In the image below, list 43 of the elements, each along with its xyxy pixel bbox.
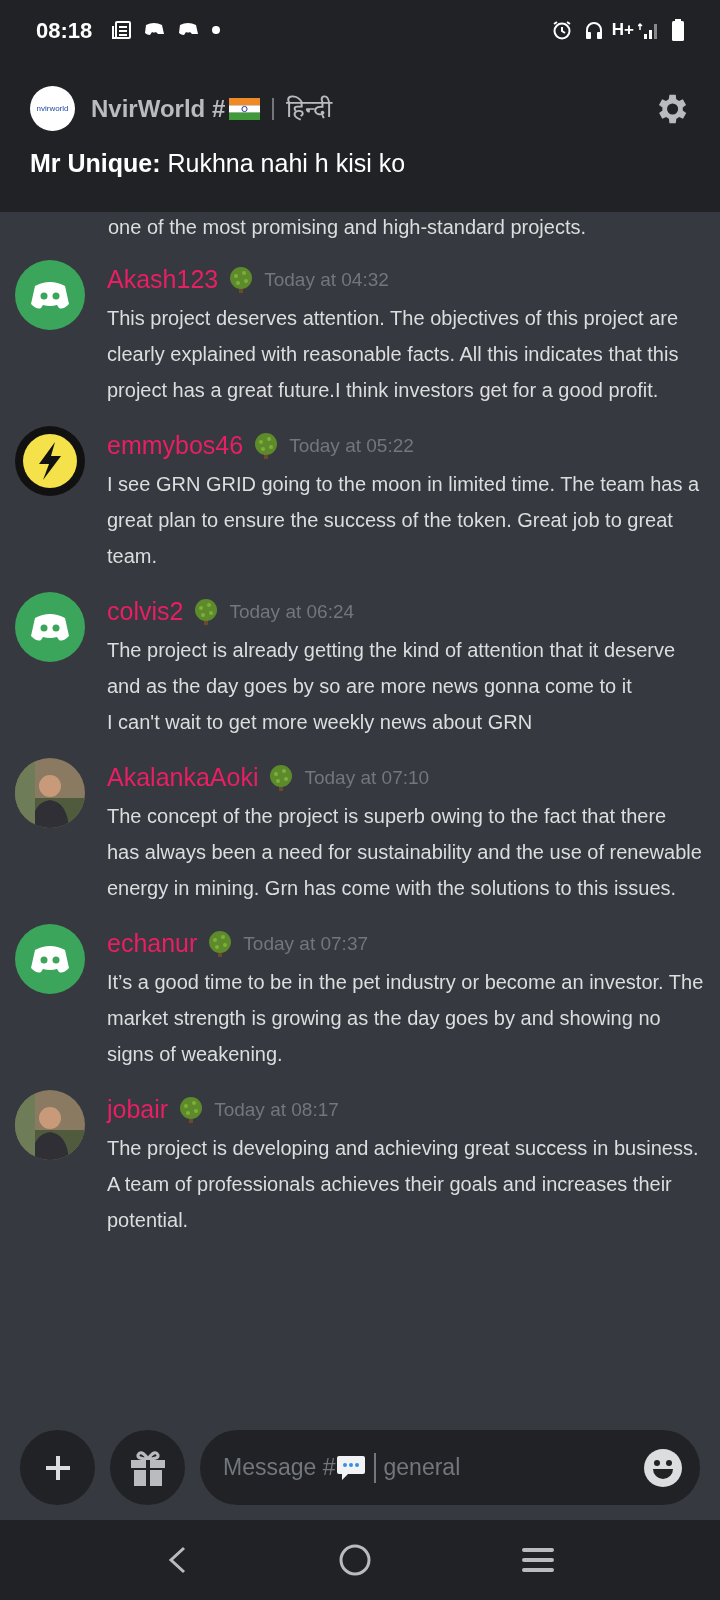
message-input-field[interactable]: Message # general xyxy=(200,1430,700,1505)
username[interactable]: jobair xyxy=(107,1091,169,1129)
plus-icon xyxy=(43,1453,72,1482)
timestamp: Today at 06:24 xyxy=(229,599,355,624)
gift-icon xyxy=(128,1448,167,1487)
message-text: I see GRN GRID going to the moon in limited time. The team has a great plan to ensure the success of the token. Great job to great team. xyxy=(107,472,701,569)
message-text: The concept of the project is superb owing to the fact that there has always been a need for sustainability and the use of renewable energy in mining. Grn has come with the solutions to this issues. xyxy=(107,804,703,901)
discord-avatar-icon xyxy=(15,924,85,994)
channel-name: हिन्दी xyxy=(286,93,333,124)
message-text: The project is already getting the kind of attention that it deserve and as the day goes by so are more news gonna come to it I can't wait to get more weekly news about GRN xyxy=(107,638,677,735)
alarm-icon xyxy=(551,20,572,40)
timestamp: Today at 08:17 xyxy=(214,1097,339,1122)
username[interactable]: echanur xyxy=(107,925,198,963)
message-text: The project is developing and achieving great success in business. A team of professionals achieves their goals and increases their potential. xyxy=(107,1136,700,1233)
signal-icon xyxy=(638,20,660,40)
username[interactable]: Akash123 xyxy=(107,261,219,299)
message-text: one of the most promising and high-standard projects. xyxy=(107,215,588,240)
discord-avatar-icon xyxy=(15,592,85,662)
news-icon xyxy=(112,20,133,40)
dot-icon xyxy=(212,26,221,34)
username[interactable]: colvis2 xyxy=(107,593,184,631)
headphones-icon xyxy=(583,20,604,40)
username[interactable]: AkalankaAoki xyxy=(107,759,259,797)
india-flag-icon xyxy=(229,97,261,120)
status-time: 08:18 xyxy=(36,16,93,45)
timestamp: Today at 07:37 xyxy=(243,931,368,956)
recent-apps-icon[interactable] xyxy=(522,1547,555,1573)
server-name: NvirWorld # xyxy=(91,93,226,124)
message-text: It’s a good time to be in the pet industry or become an investor. The market strength is growing as the day goes by and showing no signs of weakening. xyxy=(107,970,704,1067)
timestamp: Today at 04:32 xyxy=(264,267,389,292)
timestamp: Today at 05:22 xyxy=(289,433,414,458)
timestamp: Today at 07:10 xyxy=(304,765,430,790)
discord-avatar-icon xyxy=(15,260,85,330)
server-logo: nvirworld xyxy=(30,86,75,131)
lightning-avatar-icon xyxy=(15,426,85,496)
battery-icon xyxy=(672,19,684,41)
username[interactable]: emmybos46 xyxy=(107,427,244,465)
speech-bubble-icon xyxy=(335,1453,366,1482)
home-icon[interactable] xyxy=(339,1544,371,1576)
emoji-icon[interactable] xyxy=(644,1448,682,1487)
network-type: H+ xyxy=(611,19,634,42)
pinned-message: Mr Unique: Rukhna nahi h kisi ko xyxy=(30,148,407,179)
message-text: This project deserves attention. The objectives of this project are clearly explained with reasonable facts. All this indicates that this project has a great future.I think investors get for a good profit. xyxy=(107,306,680,403)
